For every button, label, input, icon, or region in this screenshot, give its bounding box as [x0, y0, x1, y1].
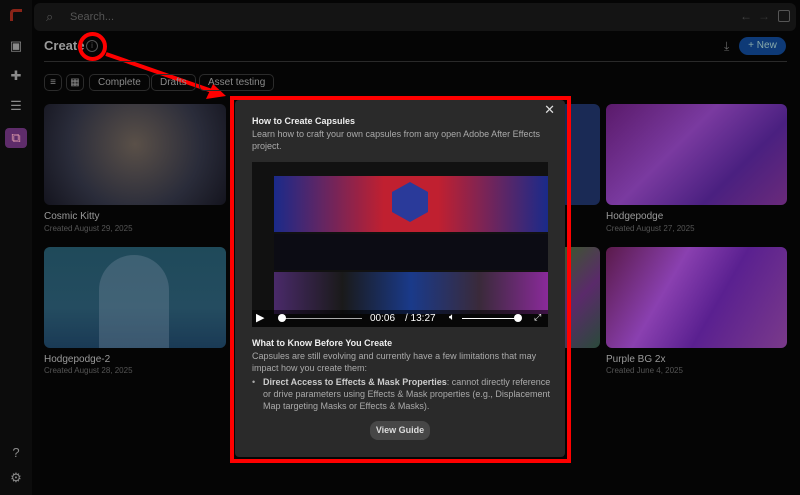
filter-icon[interactable]: ≡ — [44, 74, 62, 91]
filter-asset-testing[interactable]: Asset testing — [199, 74, 275, 91]
filter-drafts[interactable]: Drafts — [151, 74, 196, 91]
card-name[interactable]: Hodgepodge-2 — [44, 354, 110, 365]
new-label: New — [756, 40, 777, 51]
filter-complete[interactable]: Complete — [89, 74, 150, 91]
card-date: Created August 28, 2025 — [44, 366, 133, 375]
card-thumbnail[interactable] — [44, 247, 226, 348]
download-icon[interactable]: ⤓ — [724, 39, 729, 54]
card-date: Created August 27, 2025 — [606, 224, 695, 233]
card-thumbnail[interactable] — [606, 247, 787, 348]
card-name[interactable]: Cosmic Kitty — [44, 211, 100, 222]
card-thumbnail[interactable] — [44, 104, 226, 205]
card-date: Created August 29, 2025 — [44, 224, 133, 233]
layout-icon[interactable]: ▦ — [66, 74, 84, 91]
divider — [44, 61, 787, 62]
annotation-box — [230, 96, 571, 463]
card-name[interactable]: Hodgepodge — [606, 211, 663, 222]
card-thumbnail[interactable] — [606, 104, 787, 205]
new-button[interactable]: + New — [739, 37, 786, 55]
card-name[interactable]: Purple BG 2x — [606, 354, 665, 365]
card-date: Created June 4, 2025 — [606, 366, 683, 375]
